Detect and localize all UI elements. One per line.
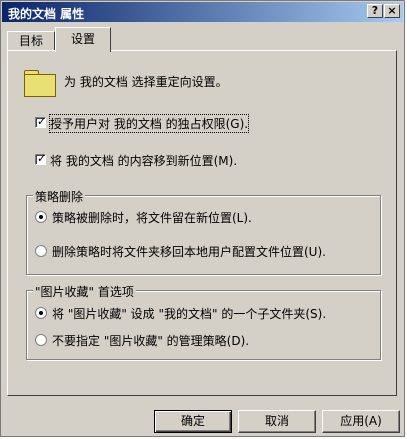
- check-icon: ✓: [37, 115, 47, 128]
- cancel-button[interactable]: 取消: [238, 410, 316, 433]
- policy-removal-group: 策略删除: [26, 188, 381, 275]
- apply-button[interactable]: 应用(A): [322, 410, 400, 433]
- tab-settings[interactable]: 设置: [55, 27, 111, 52]
- ok-button[interactable]: 确定: [154, 410, 232, 433]
- leave-files-radio[interactable]: [35, 211, 47, 223]
- move-contents-checkbox[interactable]: ✓: [35, 152, 47, 165]
- help-button[interactable]: ?: [367, 4, 383, 18]
- pictures-subfolder-radio[interactable]: [35, 307, 47, 319]
- exclusive-rights-checkbox[interactable]: ✓: [35, 115, 47, 128]
- window-title: 我的文档 属性: [8, 7, 85, 21]
- pictures-pref-group: "图片收藏" 首选项: [26, 283, 381, 360]
- check-icon: ✓: [37, 152, 47, 165]
- redirect-back-radio[interactable]: [35, 245, 47, 257]
- radio-dot-icon: [39, 215, 43, 219]
- exclusive-rights-label[interactable]: 授予用户对 我的文档 的独占权限(G).: [48, 114, 250, 133]
- no-pictures-policy-radio[interactable]: [35, 334, 47, 346]
- close-button[interactable]: ×: [384, 4, 400, 18]
- move-contents-label[interactable]: 将 我的文档 的内容移到新位置(M).: [50, 152, 237, 169]
- title-bar[interactable]: 我的文档 属性 ? ×: [2, 2, 403, 22]
- radio-dot-icon: [39, 311, 43, 315]
- header-text: 为 我的文档 选择重定向设置。: [64, 75, 228, 89]
- pictures-pref-title: "图片收藏" 首选项: [33, 283, 136, 300]
- redirect-back-label[interactable]: 删除策略时将文件夹移回本地用户配置文件位置(U).: [52, 243, 326, 260]
- policy-removal-title: 策略删除: [33, 188, 86, 205]
- pictures-subfolder-label[interactable]: 将 "图片收藏" 设成 "我的文档" 的一个子文件夹(S).: [52, 305, 326, 322]
- no-pictures-policy-label[interactable]: 不要指定 "图片收藏" 的管理策略(D).: [52, 332, 249, 349]
- tab-target[interactable]: 目标: [7, 31, 55, 51]
- leave-files-label[interactable]: 策略被删除时，将文件留在新位置(L).: [52, 209, 252, 226]
- folder-icon: [24, 70, 56, 97]
